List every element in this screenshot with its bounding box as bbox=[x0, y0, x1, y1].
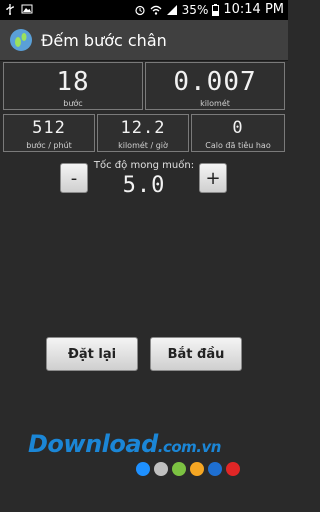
watermark-dot bbox=[208, 462, 222, 476]
watermark-dot bbox=[154, 462, 168, 476]
signal-icon bbox=[166, 4, 177, 15]
watermark-text: Download bbox=[28, 430, 158, 458]
wifi-icon bbox=[150, 5, 162, 15]
desired-speed-label: Tốc độ mong muốn: bbox=[93, 160, 195, 171]
watermark-dot bbox=[226, 462, 240, 476]
image-icon bbox=[21, 4, 33, 14]
pace-value: 512 bbox=[32, 118, 66, 138]
distance-value: 0.007 bbox=[173, 67, 257, 97]
watermark-logo: Download.com.vn bbox=[28, 430, 221, 458]
action-bar: Đếm bước chân bbox=[0, 20, 288, 61]
distance-label: kilomét bbox=[200, 99, 230, 108]
pace-label: bước / phút bbox=[26, 141, 72, 150]
calories-label: Calo đã tiêu hao bbox=[205, 141, 271, 150]
steps-label: bước bbox=[63, 99, 83, 108]
watermark-dot bbox=[172, 462, 186, 476]
battery-percent: 35% bbox=[181, 2, 209, 17]
decrease-speed-button[interactable]: - bbox=[60, 163, 88, 193]
steps-value: 18 bbox=[56, 67, 90, 97]
pace-panel: 512 bước / phút bbox=[3, 114, 95, 152]
speed-label: kilomét / giờ bbox=[118, 141, 168, 150]
usb-icon bbox=[6, 4, 14, 15]
footprint-icon bbox=[10, 29, 32, 51]
watermark-dot bbox=[190, 462, 204, 476]
app-title: Đếm bước chân bbox=[41, 30, 167, 50]
watermark-dots bbox=[136, 462, 240, 476]
calories-panel: 0 Calo đã tiêu hao bbox=[191, 114, 285, 152]
watermark-suffix: .com.vn bbox=[157, 438, 222, 456]
distance-panel: 0.007 kilomét bbox=[145, 62, 285, 110]
clock: 10:14 PM bbox=[223, 2, 284, 17]
increase-speed-button[interactable]: + bbox=[199, 163, 227, 193]
start-button[interactable]: Bắt đầu bbox=[150, 337, 242, 371]
desired-speed-value: 5.0 bbox=[122, 173, 166, 198]
calories-value: 0 bbox=[232, 118, 244, 138]
speed-panel: 12.2 kilomét / giờ bbox=[97, 114, 189, 152]
speed-value: 12.2 bbox=[120, 118, 166, 138]
status-bar: 35% 10:14 PM bbox=[0, 0, 288, 20]
alarm-icon bbox=[135, 5, 145, 15]
reset-button[interactable]: Đặt lại bbox=[46, 337, 138, 371]
battery-icon bbox=[212, 3, 220, 16]
watermark-dot bbox=[136, 462, 150, 476]
steps-panel: 18 bước bbox=[3, 62, 143, 110]
